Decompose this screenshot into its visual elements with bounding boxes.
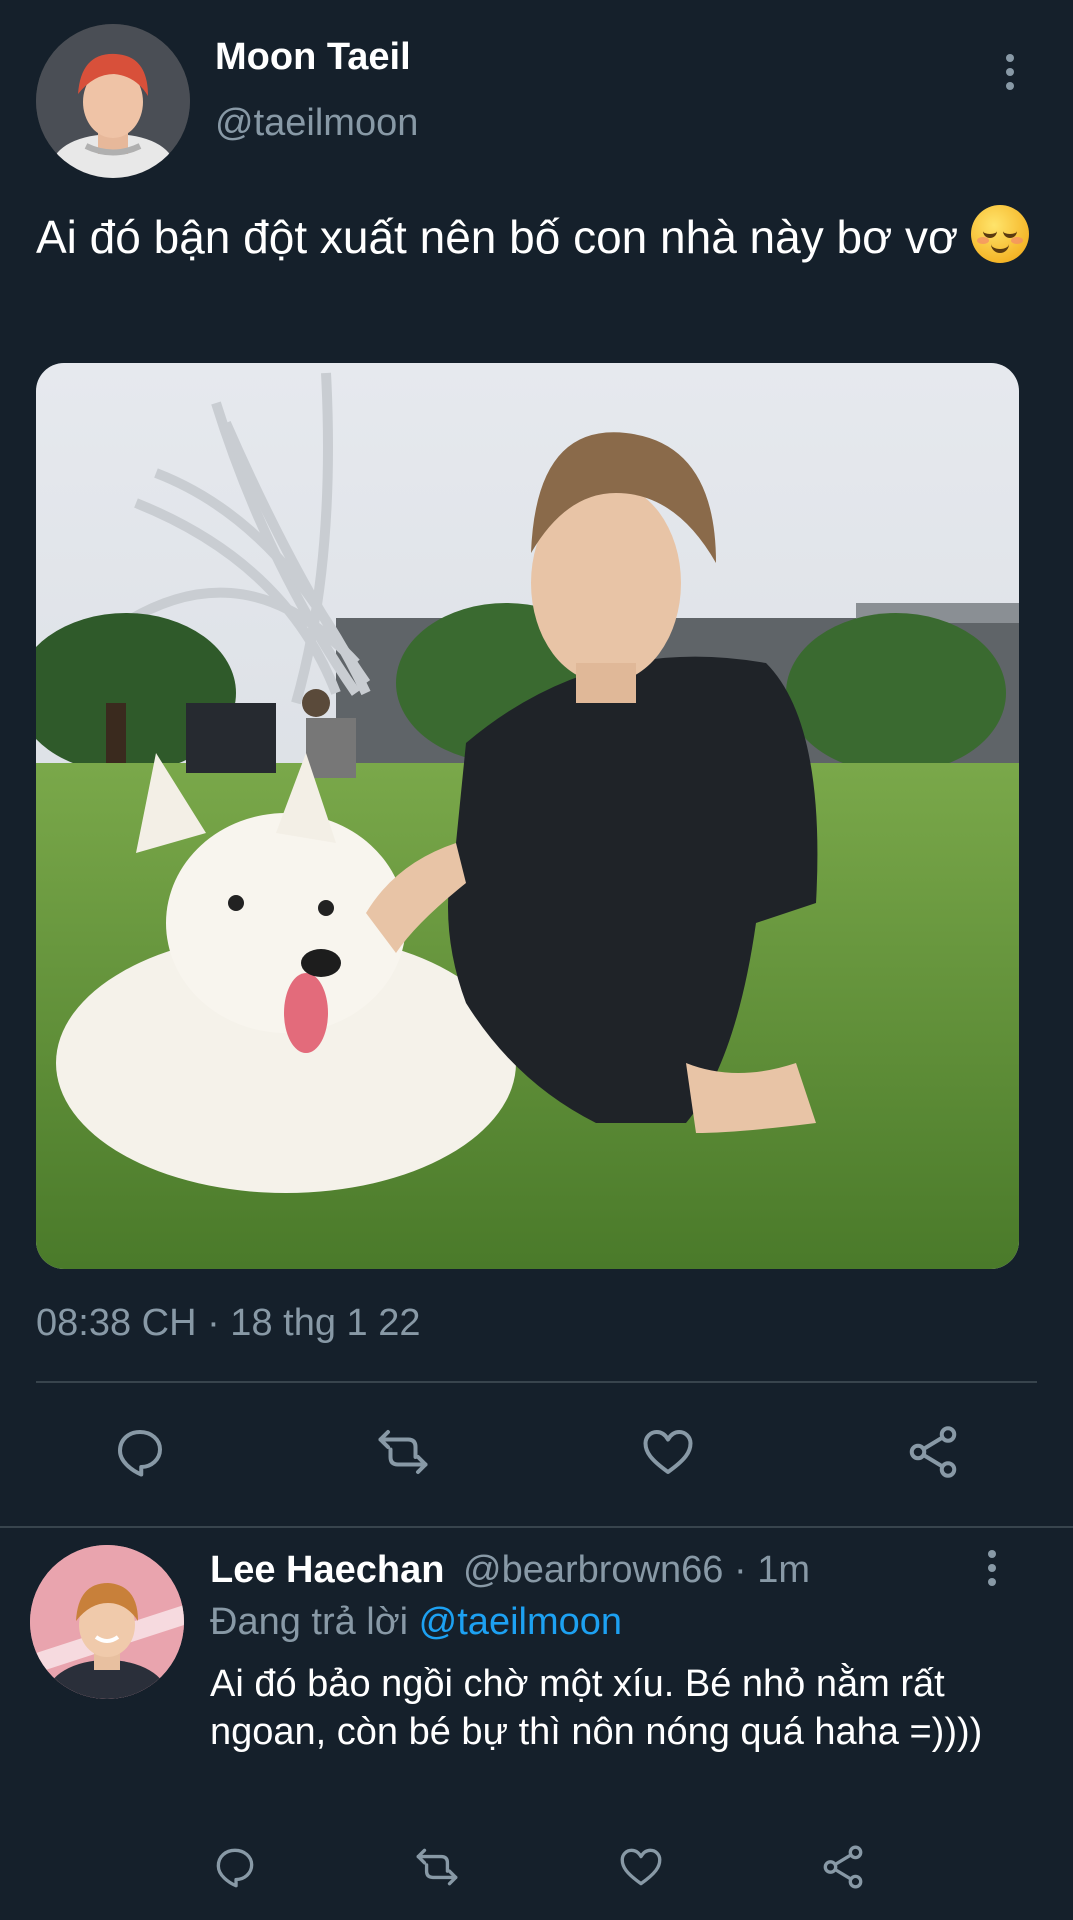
author-name[interactable]: Moon Taeil bbox=[215, 36, 411, 79]
more-options-icon[interactable] bbox=[1000, 54, 1020, 94]
divider bbox=[0, 1526, 1073, 1528]
tweet-timestamp: 08:38 CH · 18 thg 1 22 bbox=[36, 1302, 421, 1344]
replying-prefix: Đang trả lời bbox=[210, 1601, 409, 1643]
reply-meta: @bearbrown66 · 1m bbox=[463, 1549, 810, 1592]
author-handle[interactable]: @taeilmoon bbox=[215, 102, 418, 145]
reply-icon[interactable] bbox=[210, 1842, 260, 1892]
reply-text: Ai đó bảo ngồi chờ một xíu. Bé nhỏ nằm r… bbox=[210, 1663, 983, 1753]
replying-to: Đang trả lời @taeilmoon bbox=[210, 1601, 622, 1644]
reply-icon[interactable] bbox=[110, 1422, 170, 1482]
more-options-icon[interactable] bbox=[982, 1550, 1002, 1590]
mention-link[interactable]: @taeilmoon bbox=[419, 1601, 622, 1643]
share-icon[interactable] bbox=[818, 1842, 868, 1892]
divider bbox=[36, 1381, 1037, 1383]
retweet-icon[interactable] bbox=[373, 1422, 433, 1482]
reply-author-avatar[interactable] bbox=[30, 1545, 184, 1699]
relieved-face-icon bbox=[970, 205, 1029, 263]
retweet-icon[interactable] bbox=[412, 1842, 462, 1892]
author-avatar[interactable] bbox=[36, 24, 190, 178]
tweet-photo[interactable] bbox=[36, 363, 1019, 1269]
like-icon[interactable] bbox=[616, 1842, 666, 1892]
tweet-text: Ai đó bận đột xuất nên bố con nhà này bơ… bbox=[36, 205, 1036, 267]
share-icon[interactable] bbox=[903, 1422, 963, 1482]
reply-time: 1m bbox=[757, 1549, 810, 1591]
reply-author-handle[interactable]: @bearbrown66 bbox=[463, 1549, 723, 1591]
reply-author-name[interactable]: Lee Haechan bbox=[210, 1549, 444, 1592]
tweet-text-content: Ai đó bận đột xuất nên bố con nhà này bơ… bbox=[36, 211, 959, 263]
like-icon[interactable] bbox=[638, 1422, 698, 1482]
meta-separator: · bbox=[733, 1549, 747, 1591]
